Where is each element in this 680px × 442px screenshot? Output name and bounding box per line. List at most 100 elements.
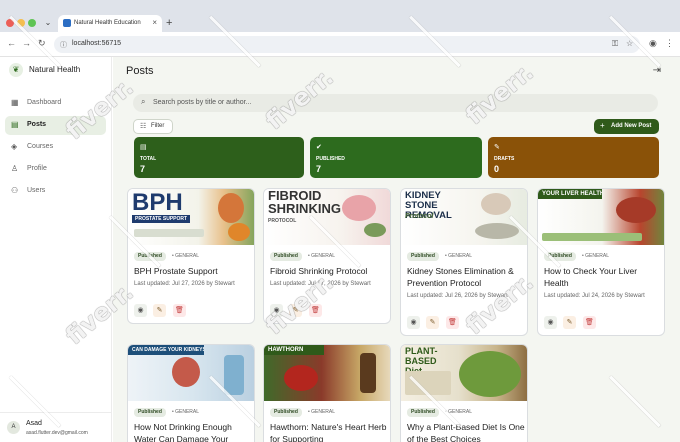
category-label: • GENERAL	[582, 253, 610, 259]
logout-icon[interactable]: ⇥	[653, 65, 661, 76]
profile-icon[interactable]: ◉	[649, 38, 657, 49]
minimize-window-dot[interactable]	[17, 19, 25, 27]
category-label: • GENERAL	[445, 253, 473, 259]
filter-button[interactable]: ☷ Filter	[133, 119, 173, 134]
category-text: GENERAL	[448, 253, 473, 259]
status-badge: Published	[407, 408, 439, 417]
search-input[interactable]: ⌕ Search posts by title or author...	[133, 94, 658, 112]
tab-close-icon[interactable]: ×	[152, 18, 157, 27]
sidebar-item-users[interactable]: ⚇ Users	[5, 182, 106, 201]
document-icon: ▤	[140, 144, 147, 151]
post-title[interactable]: How Not Drinking Enough Water Can Damage…	[134, 421, 252, 442]
stat-value: 7	[140, 164, 146, 174]
stat-value: 0	[494, 164, 500, 174]
post-title[interactable]: How to Check Your Liver Health	[544, 265, 662, 289]
post-title[interactable]: BPH Prostate Support	[134, 265, 252, 277]
liver-illustration	[616, 197, 656, 223]
post-card[interactable]: BPH PROSTATE SUPPORT Published • GENERAL…	[127, 188, 255, 324]
category-text: GENERAL	[585, 253, 610, 259]
browser-tab[interactable]: Natural Health Education ×	[58, 15, 162, 32]
post-card[interactable]: CAN DAMAGE YOUR KIDNEYS Published • GENE…	[127, 344, 255, 442]
kidney-illustration	[481, 193, 511, 215]
edit-pencil-icon[interactable]: ✎	[153, 304, 166, 317]
delete-trash-icon[interactable]: 🗑	[583, 316, 596, 329]
edit-pencil-icon[interactable]: ✎	[426, 316, 439, 329]
berries-illustration	[284, 365, 318, 391]
post-title[interactable]: Why a Plant-Based Diet Is One of the Bes…	[407, 421, 525, 442]
view-eye-icon[interactable]: ◉	[407, 316, 420, 329]
key-icon[interactable]: ⚿	[612, 39, 618, 49]
close-window-dot[interactable]	[6, 19, 14, 27]
post-card[interactable]: PLANT-BASED Diet Published • GENERAL Why…	[400, 344, 528, 442]
post-card[interactable]: YOUR LIVER HEALTH Published • GENERAL Ho…	[537, 188, 665, 336]
sidebar-item-courses[interactable]: ◈ Courses	[5, 138, 106, 157]
browser-tab-bar: ⌄ Natural Health Education × +	[0, 0, 680, 32]
reload-icon[interactable]: ↻	[38, 38, 46, 49]
delete-trash-icon[interactable]: 🗑	[173, 304, 186, 317]
post-updated: Last updated: Jul 26, 2026 by Stewart	[407, 293, 508, 299]
thumbnail-headline: HAWTHORN	[264, 345, 324, 355]
view-eye-icon[interactable]: ◉	[134, 304, 147, 317]
courses-icon: ◈	[11, 142, 18, 151]
thumbnail-headline: YOUR LIVER HEALTH	[538, 189, 602, 199]
maximize-window-dot[interactable]	[28, 19, 36, 27]
view-eye-icon[interactable]: ◉	[270, 304, 283, 317]
draft-icon: ✎	[494, 144, 500, 151]
bottle-illustration	[224, 355, 244, 395]
edit-pencil-icon[interactable]: ✎	[289, 304, 302, 317]
status-badge: Published	[544, 252, 576, 261]
address-bar[interactable]: ⓘ localhost:56715 ⚿ ☆	[54, 36, 640, 53]
search-placeholder: Search posts by title or author...	[153, 99, 252, 106]
user-account[interactable]: A Asad asad.flutter.dev@gmail.com	[0, 412, 112, 442]
category-text: GENERAL	[175, 253, 200, 259]
category-text: GENERAL	[311, 253, 336, 259]
post-card[interactable]: HAWTHORN Published • GENERAL Hawthorn: N…	[263, 344, 391, 442]
profile-person-icon: ♙	[11, 164, 19, 173]
category-label: • GENERAL	[308, 253, 336, 259]
address-toolbar: ← → ↻ ⓘ localhost:56715 ⚿ ☆ ◉ ⋮	[0, 32, 680, 57]
sidebar-item-label: Profile	[27, 165, 47, 172]
post-title[interactable]: Kidney Stones Elimination & Prevention P…	[407, 265, 525, 289]
status-badge: Published	[270, 408, 302, 417]
prostate-illustration	[218, 193, 244, 223]
back-icon[interactable]: ←	[7, 38, 16, 48]
pumpkin-illustration	[228, 223, 250, 241]
kidney-illustration	[172, 357, 200, 387]
thumbnail-subtitle: Protocol	[405, 213, 434, 220]
category-label: • GENERAL	[172, 253, 200, 259]
check-circle-icon: ✔	[316, 144, 322, 151]
delete-trash-icon[interactable]: 🗑	[309, 304, 322, 317]
user-name: Asad	[26, 420, 42, 427]
post-card[interactable]: KIDNEY STONE REMOVAL Protocol Published …	[400, 188, 528, 336]
users-icon: ⚇	[11, 186, 19, 195]
brand[interactable]: ❦ Natural Health	[9, 63, 109, 77]
avatar: A	[7, 421, 20, 434]
thumbnail-headline: CAN DAMAGE YOUR KIDNEYS	[128, 345, 204, 355]
edit-pencil-icon[interactable]: ✎	[563, 316, 576, 329]
delete-trash-icon[interactable]: 🗑	[446, 316, 459, 329]
view-eye-icon[interactable]: ◉	[544, 316, 557, 329]
forward-icon[interactable]: →	[22, 38, 31, 48]
tab-search-icon[interactable]: ⌄	[42, 17, 54, 29]
sidebar-item-dashboard[interactable]: ▦ Dashboard	[5, 94, 106, 113]
post-title[interactable]: Fibroid Shrinking Protocol	[270, 265, 388, 277]
tab-title: Natural Health Education	[74, 20, 141, 26]
post-title[interactable]: Hawthorn: Nature's Heart Herb for Suppor…	[270, 421, 388, 442]
post-card[interactable]: FIBROID SHRINKING PROTOCOL Published • G…	[263, 188, 391, 324]
sidebar-item-posts[interactable]: ▤ Posts	[5, 116, 106, 135]
stat-label: PUBLISHED	[316, 156, 345, 162]
menu-icon[interactable]: ⋮	[665, 38, 674, 49]
sidebar-item-profile[interactable]: ♙ Profile	[5, 160, 106, 179]
category-text: GENERAL	[175, 409, 200, 415]
post-thumbnail: HAWTHORN	[264, 345, 390, 401]
thumbnail-headline: BPH	[132, 189, 183, 216]
salad-bowl-illustration	[459, 351, 521, 397]
new-tab-icon[interactable]: +	[166, 17, 172, 29]
star-icon[interactable]: ☆	[626, 39, 633, 48]
thumbnail-subtitle: PROTOCOL	[268, 218, 297, 224]
brand-name: Natural Health	[29, 65, 81, 74]
sidebar-item-label: Courses	[27, 143, 54, 150]
leaf-illustration	[364, 223, 386, 237]
site-info-icon[interactable]: ⓘ	[60, 40, 67, 50]
add-new-post-button[interactable]: + Add New Post	[594, 119, 659, 134]
